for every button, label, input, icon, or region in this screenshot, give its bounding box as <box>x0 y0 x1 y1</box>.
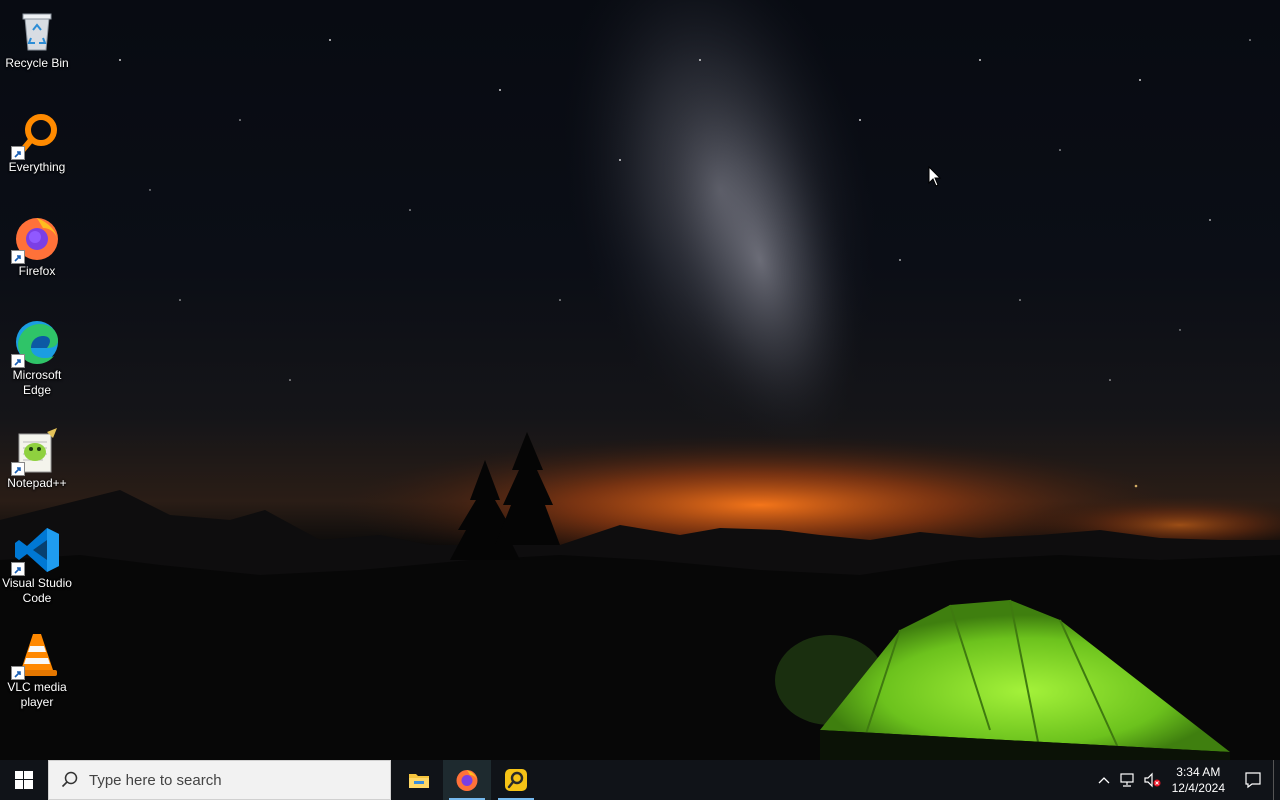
file-explorer-icon <box>409 774 429 788</box>
system-tray: 3:34 AM 12/4/2024 <box>1092 760 1280 800</box>
shortcut-arrow-icon <box>11 462 25 476</box>
clock-time: 3:34 AM <box>1176 765 1221 779</box>
desktop-icon-everything[interactable]: Everything <box>2 104 72 175</box>
volume-button[interactable] <box>1140 760 1164 800</box>
desktop-icon-label: Firefox <box>18 264 56 278</box>
action-center-button[interactable] <box>1233 760 1273 800</box>
recycle-bin-icon <box>22 13 52 51</box>
desktop-icon-label: Microsoft Edge <box>12 368 62 397</box>
firefox-icon <box>456 770 478 791</box>
desktop-icon-microsoft-edge[interactable]: Microsoft Edge <box>2 312 72 398</box>
shortcut-arrow-icon <box>11 666 25 680</box>
desktop-icon-label: Notepad++ <box>7 476 67 490</box>
desktop-icon-firefox[interactable]: Firefox <box>2 208 72 279</box>
show-hidden-icons-button[interactable] <box>1092 760 1116 800</box>
search-icon <box>61 771 78 788</box>
night-sky-landscape <box>0 0 1280 760</box>
desktop-icon-notepadpp[interactable]: Notepad++ <box>2 420 72 491</box>
taskbar-search-box[interactable]: Type here to search <box>48 760 391 800</box>
desktop-icon-label: Visual Studio Code <box>2 576 72 605</box>
shortcut-arrow-icon <box>11 562 25 576</box>
taskbar: Type here to search 3:34 AM 12/4/2024 <box>0 760 1280 800</box>
network-status-button[interactable] <box>1116 760 1140 800</box>
volume-muted-icon <box>1144 772 1161 788</box>
desktop-icon-recycle-bin[interactable]: Recycle Bin <box>2 0 72 71</box>
shortcut-arrow-icon <box>11 250 25 264</box>
desktop-icon-label: VLC media player <box>7 680 67 709</box>
desktop-icon-vlc[interactable]: VLC media player <box>2 624 72 710</box>
desktop-icon-label: Everything <box>8 160 66 174</box>
start-button[interactable] <box>0 760 48 800</box>
clock-date: 12/4/2024 <box>1171 781 1225 795</box>
shortcut-arrow-icon <box>11 146 25 160</box>
show-desktop-button[interactable] <box>1273 760 1280 800</box>
desktop-icon-label: Recycle Bin <box>5 56 69 70</box>
network-icon <box>1120 773 1134 787</box>
desktop-wallpaper <box>0 0 1280 760</box>
search-placeholder: Type here to search <box>89 771 222 789</box>
taskbar-clock[interactable]: 3:34 AM 12/4/2024 <box>1164 764 1233 796</box>
taskbar-app-file-explorer[interactable] <box>395 760 443 800</box>
notification-icon <box>1245 772 1261 789</box>
taskbar-app-everything[interactable] <box>492 760 540 800</box>
shortcut-arrow-icon <box>11 354 25 368</box>
desktop-icon-vscode[interactable]: Visual Studio Code <box>2 520 72 606</box>
mouse-cursor-icon <box>928 166 942 187</box>
everything-icon <box>505 769 527 791</box>
taskbar-app-firefox[interactable] <box>443 760 491 800</box>
windows-logo-icon <box>15 771 33 789</box>
chevron-up-icon <box>1098 777 1110 784</box>
